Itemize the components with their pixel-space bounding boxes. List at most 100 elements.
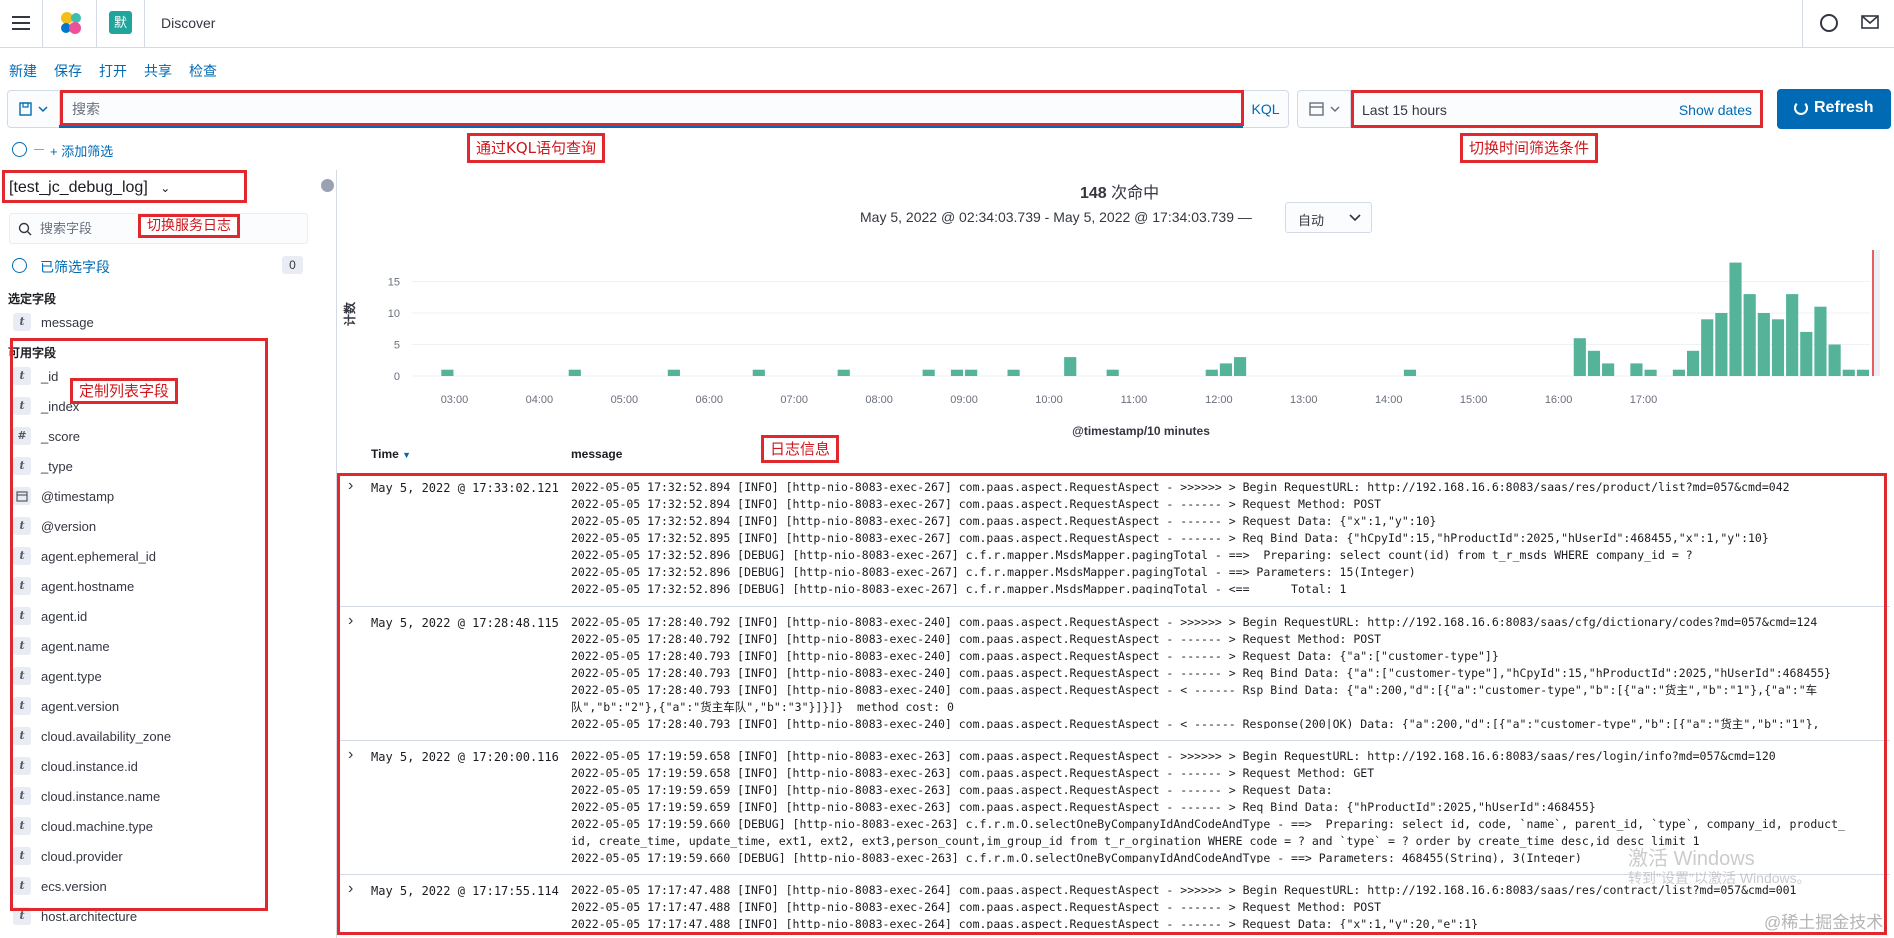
annotation-service: 切换服务日志: [138, 214, 240, 238]
histogram-bar[interactable]: [1602, 363, 1615, 376]
histogram-bar[interactable]: [1403, 369, 1417, 376]
histogram-bar[interactable]: [568, 369, 581, 376]
histogram-bar[interactable]: [1729, 262, 1742, 376]
chevron-down-icon: [1349, 214, 1361, 222]
annotation-time: 切换时间筛选条件: [1460, 133, 1599, 163]
refresh-icon: [1794, 101, 1808, 115]
selected-filters-toggle[interactable]: 已筛选字段: [40, 257, 110, 277]
annotation-fields: 定制列表字段: [70, 378, 179, 404]
divider: [1802, 0, 1803, 48]
interval-select[interactable]: 自动: [1285, 202, 1372, 233]
space-avatar[interactable]: 默: [109, 11, 132, 34]
share-link[interactable]: 共享: [144, 61, 172, 81]
watermark-activate: 激活 Windows: [1628, 848, 1755, 870]
annotation-box: [60, 90, 1244, 126]
x-tick-label: 10:00: [1035, 394, 1063, 406]
x-tick-label: 15:00: [1460, 394, 1488, 406]
watermark-brand: @稀土掘金技术社区: [1764, 913, 1884, 932]
kql-toggle[interactable]: KQL: [1243, 90, 1289, 128]
divider: [34, 149, 44, 150]
x-tick-label: 16:00: [1545, 394, 1573, 406]
histogram-bar[interactable]: [1587, 350, 1601, 376]
new-link[interactable]: 新建: [9, 61, 37, 81]
menu-icon[interactable]: [12, 16, 30, 30]
search-icon: [18, 222, 32, 236]
annotation-box: [1351, 90, 1763, 128]
filter-icon[interactable]: [12, 142, 27, 157]
column-header-message[interactable]: message: [571, 447, 622, 461]
save-link[interactable]: 保存: [54, 61, 82, 81]
histogram-bar[interactable]: [837, 369, 850, 376]
selected-fields-heading: 选定字段: [8, 292, 57, 306]
help-icon[interactable]: [1820, 14, 1838, 32]
x-tick-label: 07:00: [780, 394, 808, 406]
histogram-bar[interactable]: [1757, 313, 1770, 376]
column-header-time[interactable]: Time ▼: [371, 447, 411, 461]
histogram-bar[interactable]: [965, 369, 978, 376]
x-tick-label: 17:00: [1630, 394, 1658, 406]
x-tick-label: 08:00: [865, 394, 893, 406]
histogram-bar[interactable]: [1672, 369, 1685, 376]
date-quick-menu-button[interactable]: [1297, 90, 1350, 128]
time-range-text: May 5, 2022 @ 02:34:03.739 - May 5, 2022…: [860, 209, 1252, 225]
sort-down-icon[interactable]: ▼: [402, 450, 411, 460]
y-tick-label: 10: [388, 308, 400, 320]
add-filter-link[interactable]: + 添加筛选: [50, 141, 113, 160]
histogram-bar[interactable]: [1800, 331, 1813, 376]
elastic-logo-icon[interactable]: [58, 10, 84, 36]
histogram-bar[interactable]: [441, 369, 454, 376]
field-name: message: [41, 314, 94, 330]
divider: [144, 0, 145, 48]
histogram-bar[interactable]: [1814, 306, 1827, 376]
histogram-bar[interactable]: [1842, 369, 1855, 376]
histogram-bar[interactable]: [1786, 294, 1799, 376]
field-item[interactable]: t message: [13, 310, 94, 334]
histogram-bar[interactable]: [667, 369, 680, 376]
histogram-bar[interactable]: [1630, 363, 1643, 376]
histogram-bar[interactable]: [1856, 369, 1869, 376]
histogram-bar[interactable]: [1205, 369, 1218, 376]
inspect-link[interactable]: 检查: [189, 61, 217, 81]
chevron-down-icon: ⌄: [160, 181, 171, 195]
hit-count: 148 次命中: [1080, 179, 1159, 203]
interval-value: 自动: [1298, 213, 1325, 228]
histogram-bar[interactable]: [1743, 294, 1756, 376]
refresh-button[interactable]: Refresh: [1777, 89, 1891, 129]
histogram-bar[interactable]: [752, 369, 765, 376]
saved-query-button[interactable]: [7, 90, 59, 128]
histogram-bar[interactable]: [1644, 369, 1657, 376]
histogram-bar[interactable]: [1686, 350, 1700, 376]
x-tick-label: 05:00: [611, 394, 639, 406]
histogram-bar[interactable]: [1007, 369, 1020, 376]
histogram-bar[interactable]: [1701, 319, 1714, 376]
mail-icon[interactable]: [1860, 12, 1880, 32]
x-tick-label: 14:00: [1375, 394, 1403, 406]
x-tick-label: 04:00: [526, 394, 554, 406]
y-tick-label: 0: [394, 371, 400, 383]
histogram-bar[interactable]: [922, 369, 935, 376]
index-pattern-selector[interactable]: [test_jc_debug_log] ⌄: [9, 179, 170, 197]
histogram-bar[interactable]: [1064, 357, 1077, 376]
histogram-bar[interactable]: [950, 369, 964, 376]
string-field-icon: t: [13, 313, 31, 331]
x-tick-label: 06:00: [695, 394, 723, 406]
histogram-chart[interactable]: 0 5 10 15 03:00 04:00 05:00 06:00 07:00 08:00 09:0…: [340, 240, 1880, 440]
divider: [42, 0, 43, 48]
histogram-bar[interactable]: [1219, 363, 1233, 376]
save-icon: [19, 102, 48, 116]
histogram-bar[interactable]: [1234, 357, 1247, 376]
now-band: [1874, 250, 1880, 376]
filter-icon: [12, 258, 27, 273]
y-tick-label: 15: [388, 277, 400, 289]
histogram-bar[interactable]: [1106, 369, 1119, 376]
histogram-bar[interactable]: [1771, 319, 1785, 376]
calendar-icon: [1309, 102, 1340, 116]
collapse-sidebar-icon[interactable]: [321, 179, 334, 192]
x-axis-label: @timestamp/10 minutes: [1072, 424, 1210, 438]
open-link[interactable]: 打开: [99, 61, 127, 81]
histogram-bar[interactable]: [1573, 338, 1586, 376]
y-axis-label: 计数: [342, 301, 357, 326]
histogram-bar[interactable]: [1715, 313, 1728, 376]
histogram-bar[interactable]: [1828, 344, 1841, 377]
x-tick-label: 13:00: [1290, 394, 1318, 406]
